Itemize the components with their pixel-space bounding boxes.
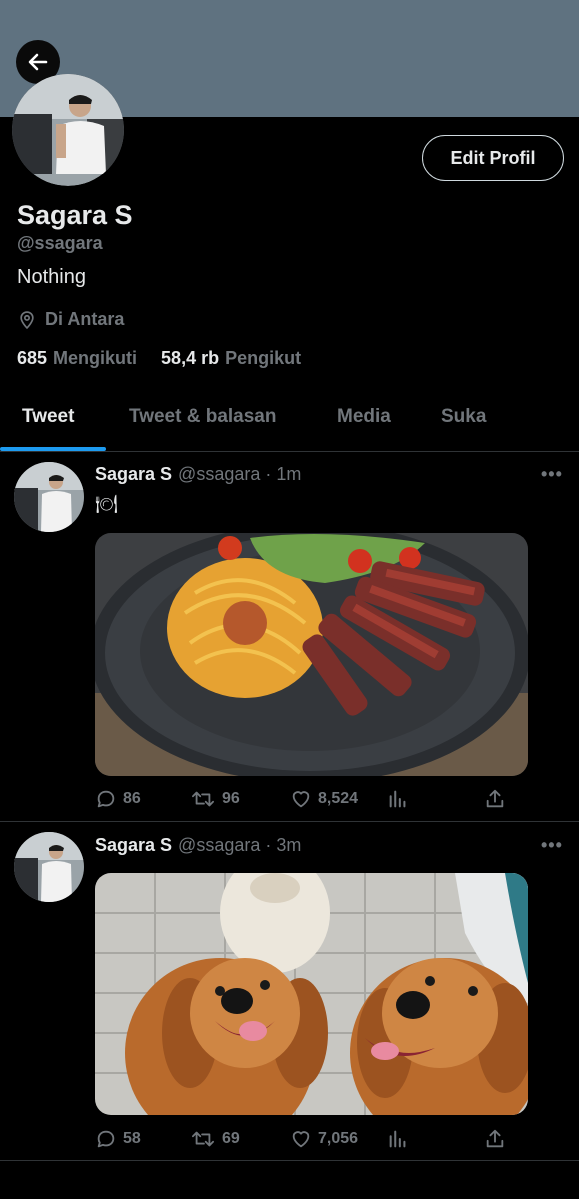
tweet-author-name[interactable]: Sagara S — [95, 835, 172, 856]
retweet-icon — [192, 1131, 214, 1147]
analytics-button[interactable] — [387, 1128, 409, 1150]
tweet-avatar[interactable] — [14, 462, 84, 532]
heart-icon — [292, 791, 310, 808]
following-count[interactable]: 685 — [17, 348, 47, 369]
location-label: Di Antara — [45, 309, 125, 329]
share-icon — [486, 789, 504, 808]
followers-label[interactable]: Pengikut — [225, 348, 301, 369]
reply-icon — [97, 1130, 115, 1148]
reply-button[interactable]: 58 — [95, 1128, 141, 1150]
tab-tweet-replies[interactable]: Tweet & balasan — [129, 406, 276, 428]
tweet-divider — [0, 1160, 579, 1161]
tweet-meta: @ssagara · 1m — [178, 464, 302, 484]
reply-button[interactable]: 86 — [95, 788, 141, 810]
retweet-button[interactable]: 69 — [190, 1128, 240, 1150]
reply-count: 58 — [123, 1130, 141, 1147]
map-pin-icon — [20, 310, 34, 329]
analytics-button[interactable] — [387, 788, 409, 810]
share-button[interactable] — [484, 1128, 506, 1150]
tabs-divider — [0, 451, 579, 452]
arrow-left-icon — [28, 53, 48, 71]
profile-location: Di Antara — [17, 309, 124, 330]
retweet-count: 96 — [222, 790, 240, 807]
like-count: 8,524 — [318, 790, 359, 807]
profile-bio: Nothing — [17, 266, 86, 288]
like-button[interactable]: 8,524 — [290, 788, 358, 810]
tweet-avatar[interactable] — [14, 832, 84, 902]
share-button[interactable] — [484, 788, 506, 810]
profile-handle: @ssagara — [17, 233, 103, 253]
retweet-icon — [192, 791, 214, 807]
tweet-header: Sagara S @ssagara · 3m — [95, 835, 301, 856]
tweet-header: Sagara S @ssagara · 1m — [95, 464, 301, 485]
tweet-divider — [0, 821, 579, 822]
tweet-meta: @ssagara · 3m — [178, 835, 302, 855]
analytics-icon — [389, 790, 406, 808]
tab-likes[interactable]: Suka — [441, 406, 486, 428]
reply-count: 86 — [123, 790, 141, 807]
tweet-author-name[interactable]: Sagara S — [95, 464, 172, 485]
like-count: 7,056 — [318, 1130, 359, 1147]
tweet-media-image[interactable] — [95, 533, 528, 776]
tweet-media-image[interactable] — [95, 873, 528, 1115]
follow-stats: 685 Mengikuti 58,4 rb Pengikut — [17, 348, 301, 369]
more-horizontal-icon[interactable]: ••• — [541, 835, 563, 856]
analytics-icon — [389, 1130, 406, 1148]
followers-count[interactable]: 58,4 rb — [161, 348, 219, 369]
heart-icon — [292, 1131, 310, 1148]
tab-media[interactable]: Media — [337, 406, 391, 428]
following-label[interactable]: Mengikuti — [53, 348, 137, 369]
retweet-button[interactable]: 96 — [190, 788, 240, 810]
tab-tweet[interactable]: Tweet — [22, 406, 74, 428]
edit-profile-button[interactable]: Edit Profil — [422, 135, 564, 181]
profile-tabs: Tweet Tweet & balasan Media Suka — [0, 394, 579, 450]
reply-icon — [97, 790, 115, 808]
share-icon — [486, 1129, 504, 1148]
like-button[interactable]: 7,056 — [290, 1128, 358, 1150]
profile-avatar[interactable] — [12, 74, 124, 186]
profile-name: Sagara S — [17, 200, 133, 230]
more-horizontal-icon[interactable]: ••• — [541, 464, 563, 485]
tweet-text: 🍽 — [95, 494, 118, 514]
retweet-count: 69 — [222, 1130, 240, 1147]
